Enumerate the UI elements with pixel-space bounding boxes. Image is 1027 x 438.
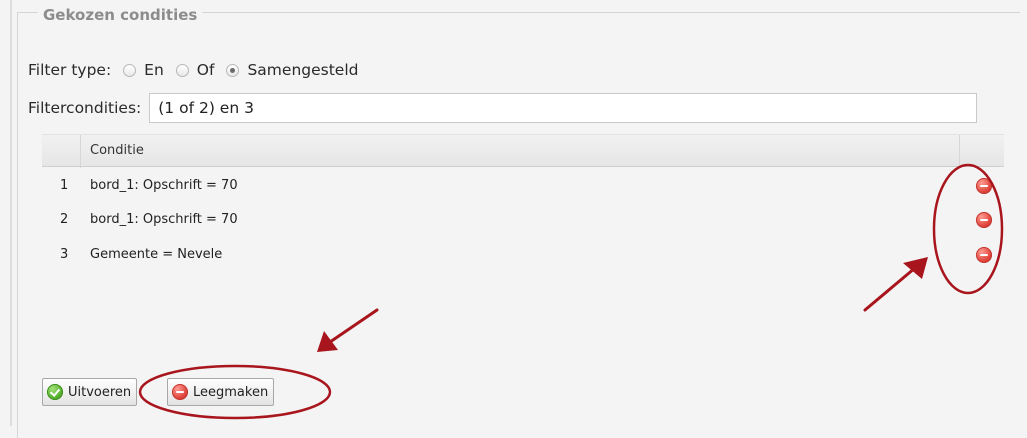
outer-border-line (10, 0, 12, 426)
minus-circle-icon (172, 384, 188, 400)
radio-option-of[interactable]: Of (175, 61, 215, 79)
delete-row-icon[interactable] (976, 247, 992, 263)
table-row[interactable]: 2 bord_1: Opschrift = 70 (42, 203, 1004, 237)
column-header-conditie[interactable]: Conditie (90, 143, 144, 158)
header-separator (959, 135, 960, 168)
radio-samengesteld-circle[interactable] (226, 63, 240, 77)
filter-conditions-label: Filtercondities: (28, 99, 142, 117)
row-condition: bord_1: Opschrift = 70 (90, 212, 238, 227)
table-row[interactable]: 3 Gemeente = Nevele (42, 238, 1004, 272)
row-number: 2 (60, 212, 69, 227)
row-number: 1 (60, 178, 69, 193)
execute-button[interactable]: Uitvoeren (42, 378, 138, 406)
delete-row-icon[interactable] (976, 212, 992, 228)
filter-type-group: Filter type: En Of Samengesteld (28, 61, 358, 79)
row-condition: Gemeente = Nevele (90, 247, 223, 262)
panel-legend: Gekozen condities (38, 6, 203, 24)
radio-en-label[interactable]: En (144, 61, 164, 79)
check-circle-icon (47, 384, 63, 400)
conditions-grid: Conditie 1 bord_1: Opschrift = 70 2 bord… (42, 134, 1004, 374)
filter-conditions-row: Filtercondities: (1 of 2) en 3 (28, 93, 978, 123)
radio-en-circle[interactable] (123, 63, 137, 77)
radio-option-en[interactable]: En (123, 61, 164, 79)
grid-header: Conditie (42, 134, 1004, 168)
radio-of-circle[interactable] (175, 63, 189, 77)
row-number: 3 (60, 247, 69, 262)
execute-button-label: Uitvoeren (68, 384, 132, 400)
filter-type-label: Filter type: (28, 61, 112, 79)
table-row[interactable]: 1 bord_1: Opschrift = 70 (42, 169, 1004, 203)
header-separator (80, 135, 81, 168)
filter-conditions-input[interactable]: (1 of 2) en 3 (149, 93, 978, 123)
clear-button[interactable]: Leegmaken (167, 378, 275, 406)
radio-samengesteld-label[interactable]: Samengesteld (247, 61, 358, 79)
delete-row-icon[interactable] (976, 178, 992, 194)
row-condition: bord_1: Opschrift = 70 (90, 178, 238, 193)
radio-of-label[interactable]: Of (197, 61, 215, 79)
clear-button-label: Leegmaken (193, 384, 269, 400)
radio-option-samengesteld[interactable]: Samengesteld (226, 61, 358, 79)
